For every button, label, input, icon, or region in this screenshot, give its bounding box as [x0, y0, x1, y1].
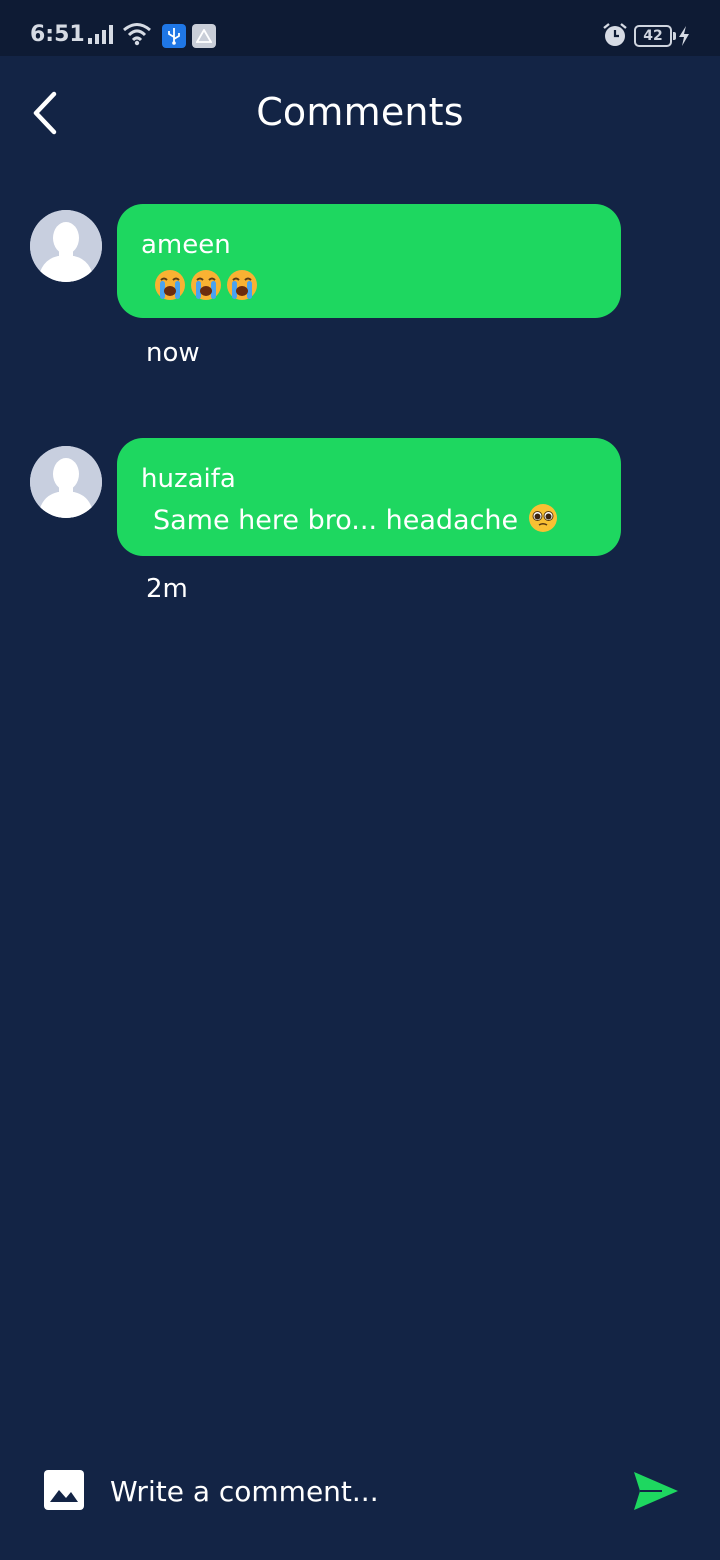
- comment-time: 2m: [146, 574, 188, 604]
- image-icon[interactable]: [44, 1470, 84, 1510]
- crying-face-icon: [191, 270, 221, 300]
- crying-face-icon: [227, 270, 257, 300]
- comments-screen: 6:51 42 Comments ameen now huzaifa Same …: [0, 0, 720, 1560]
- usb-icon: [162, 24, 186, 48]
- alarm-icon: [603, 23, 627, 46]
- comment-text: 😭😭😭: [141, 268, 597, 306]
- comment-author[interactable]: ameen: [141, 230, 597, 260]
- comment-text-content: Same here bro... headache: [153, 505, 527, 536]
- page-title: Comments: [256, 90, 464, 134]
- signal-icon: [88, 25, 113, 44]
- battery-indicator: 42: [634, 25, 676, 47]
- default-avatar-icon[interactable]: [30, 446, 102, 518]
- app-header: Comments: [0, 56, 720, 170]
- charging-icon: [679, 26, 689, 46]
- comment-input[interactable]: [110, 1468, 610, 1514]
- comment-composer: [0, 1440, 720, 1544]
- comment-bubble[interactable]: huzaifa Same here bro... headache: [117, 438, 621, 556]
- crying-face-icon: [155, 270, 185, 300]
- comment-bubble[interactable]: ameen 😭😭😭: [117, 204, 621, 318]
- pleading-face-icon: [528, 504, 557, 532]
- wifi-icon: [123, 23, 151, 46]
- comment-time: now: [146, 338, 200, 368]
- status-bar: 6:51 42: [0, 0, 720, 56]
- status-time: 6:51: [30, 22, 85, 47]
- send-icon[interactable]: [632, 1470, 680, 1512]
- default-avatar-icon[interactable]: [30, 210, 102, 282]
- comment-text: Same here bro... headache: [141, 502, 597, 538]
- comment-author[interactable]: huzaifa: [141, 464, 597, 494]
- drive-icon: [192, 24, 216, 48]
